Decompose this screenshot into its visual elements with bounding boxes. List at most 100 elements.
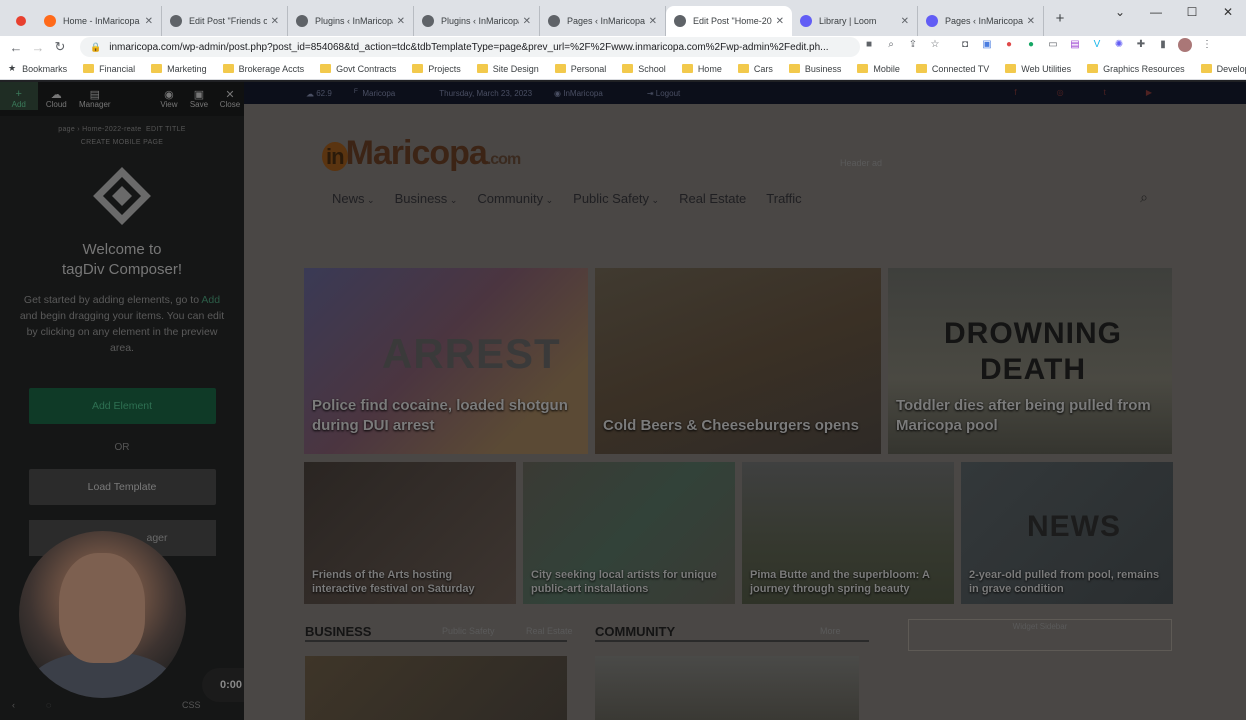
site-logo[interactable]: inMaricopa.com (322, 134, 521, 173)
cloud-button[interactable]: ☁ Cloud (38, 88, 76, 109)
reload-button[interactable]: ↻ (49, 39, 71, 55)
featured-tile[interactable]: Cold Beers & Cheeseburgers opens (595, 268, 881, 454)
add-button[interactable]: + Add (0, 82, 38, 110)
cast-icon[interactable]: ▭ (1046, 38, 1060, 52)
bookmark-folder[interactable]: Developers (1200, 64, 1246, 74)
business-thumbnail[interactable] (305, 656, 567, 720)
community-thumbnail[interactable] (595, 656, 859, 720)
save-button[interactable]: ▣ Save (182, 88, 216, 109)
grammarly-icon[interactable]: ● (1024, 38, 1038, 52)
webcam-bubble[interactable] (19, 531, 186, 698)
browser-tab[interactable]: Plugins ‹ InMaricopa ✕ (288, 6, 414, 36)
add-link[interactable]: Add (201, 294, 220, 306)
capture-icon[interactable]: ▣ (980, 38, 994, 52)
news-tile[interactable]: Friends of the Arts hosting interactive … (304, 462, 516, 604)
browser-tab[interactable]: Pages ‹ InMaricopa ✕ (918, 6, 1044, 36)
bookmark-folder[interactable]: Connected TV (915, 64, 989, 74)
news-tile[interactable]: NEWS 2-year-old pulled from pool, remain… (961, 462, 1173, 604)
menu-item[interactable]: Real Estate (679, 191, 746, 206)
close-tab-icon[interactable]: ✕ (523, 16, 531, 27)
tab-search-icon[interactable]: ⌄ (1102, 0, 1138, 28)
bookmark-folder[interactable]: Financial (83, 64, 135, 74)
bookmark-folder[interactable]: Cars (737, 64, 773, 74)
instagram-icon[interactable]: ◎ (1057, 88, 1064, 97)
business-link[interactable]: Public Safety (442, 626, 495, 636)
site-user[interactable]: ◉ InMaricopa (554, 89, 625, 98)
collapse-icon[interactable]: ‹ (12, 700, 15, 710)
vimeo-icon[interactable]: V (1090, 38, 1104, 52)
sidepanel-icon[interactable]: ▮ (1156, 38, 1170, 52)
close-tab-icon[interactable]: ✕ (271, 16, 279, 27)
browser-tab[interactable]: Plugins ‹ InMaricopa ✕ (414, 6, 540, 36)
new-tab-button[interactable]: + (1050, 10, 1070, 27)
close-tab-icon[interactable]: ✕ (397, 16, 405, 27)
add-element-button[interactable]: Add Element (28, 388, 216, 424)
spinner-icon: ◌ (46, 700, 52, 710)
browser-tab[interactable]: Edit Post "Friends of ✕ (162, 6, 288, 36)
loom-ext-icon[interactable]: ✺ (1112, 38, 1126, 52)
star-icon[interactable]: ☆ (928, 38, 942, 52)
counter-badge-icon[interactable]: ▤ (1068, 38, 1082, 52)
menu-item[interactable]: Business ⌄ (395, 191, 458, 206)
menu-item[interactable]: Public Safety ⌄ (573, 191, 659, 206)
maximize-button[interactable]: ☐ (1174, 0, 1210, 28)
create-mobile-page-link[interactable]: CREATE MOBILE PAGE (81, 139, 164, 146)
browser-tab[interactable]: Pages ‹ InMaricopa ✕ (540, 6, 666, 36)
browser-tab[interactable]: Edit Post "Home-20 ✕ (666, 6, 792, 36)
manager-button[interactable]: ▤ Manager (75, 88, 114, 109)
bookmark-folder[interactable]: School (622, 64, 666, 74)
puzzle-icon[interactable]: ✚ (1134, 38, 1148, 52)
menu-item[interactable]: News ⌄ (332, 191, 375, 206)
community-more-link[interactable]: More (820, 626, 841, 636)
screenshot-icon[interactable]: ◘ (958, 38, 972, 52)
browser-tab[interactable]: Home - InMaricopa ✕ (36, 6, 162, 36)
share-icon[interactable]: ⇪ (906, 38, 920, 52)
bookmark-folder[interactable]: Govt Contracts (320, 64, 396, 74)
close-tab-icon[interactable]: ✕ (901, 16, 909, 27)
close-tab-icon[interactable]: ✕ (649, 16, 657, 27)
close-tab-icon[interactable]: ✕ (776, 16, 784, 27)
menu-item[interactable]: Traffic (766, 191, 801, 206)
camera-icon[interactable]: ■ (862, 38, 876, 52)
address-bar[interactable]: 🔒 inmaricopa.com/wp-admin/post.php?post_… (80, 37, 860, 57)
twitter-icon[interactable]: t (1104, 88, 1106, 97)
weather-city: Maricopa (362, 89, 396, 99)
forward-button[interactable]: → (27, 40, 49, 55)
close-button[interactable]: ✕ Close (216, 88, 244, 109)
close-window-button[interactable]: ✕ (1210, 0, 1246, 28)
close-tab-icon[interactable]: ✕ (145, 16, 153, 27)
bookmark-folder[interactable]: Mobile (857, 64, 900, 74)
load-template-button[interactable]: Load Template (28, 469, 216, 505)
edit-title-link[interactable]: EDIT TITLE (146, 126, 186, 133)
logout-link[interactable]: ⇥ Logout (647, 89, 702, 98)
youtube-icon[interactable]: ▶ (1146, 88, 1152, 97)
news-tile[interactable]: City seeking local artists for unique pu… (523, 462, 735, 604)
close-tab-icon[interactable]: ✕ (1027, 16, 1035, 27)
bookmark-folder[interactable]: Site Design (476, 64, 539, 74)
bookmark-folder[interactable]: Brokerage Accts (222, 64, 304, 74)
bookmark-folder[interactable]: Home (681, 64, 722, 74)
minimize-button[interactable]: — (1138, 0, 1174, 28)
bookmarks-manager[interactable]: ★ Bookmarks (8, 63, 67, 74)
bookmark-folder[interactable]: Business (788, 64, 841, 74)
browser-tab[interactable]: Library | Loom ✕ (792, 6, 918, 36)
bookmark-folder[interactable]: Marketing (151, 64, 207, 74)
news-tile[interactable]: Pima Butte and the superbloom: A journey… (742, 462, 954, 604)
view-button[interactable]: ◉ View (156, 88, 182, 109)
bookmark-folder[interactable]: Graphics Resources (1087, 64, 1185, 74)
zoom-icon[interactable]: ⌕ (884, 38, 898, 52)
extension-badge-icon[interactable]: ● (1002, 38, 1016, 52)
menu-item[interactable]: Community ⌄ (477, 191, 553, 206)
menu-icon[interactable]: ⋮ (1200, 38, 1214, 52)
bookmark-folder[interactable]: Personal (554, 64, 606, 74)
avatar[interactable] (1178, 38, 1192, 52)
featured-tile[interactable]: ARREST Police find cocaine, loaded shotg… (304, 268, 588, 454)
featured-tile[interactable]: DROWNING DEATH Toddler dies after being … (888, 268, 1172, 454)
bookmark-folder[interactable]: Projects (412, 64, 461, 74)
bookmark-folder[interactable]: Web Utilities (1005, 64, 1071, 74)
search-icon[interactable]: ⌕ (1140, 189, 1148, 206)
back-button[interactable]: ← (5, 40, 27, 55)
business-link[interactable]: Real Estate (526, 626, 573, 636)
css-button[interactable]: CSS (182, 700, 201, 710)
facebook-icon[interactable]: f (1014, 88, 1016, 97)
